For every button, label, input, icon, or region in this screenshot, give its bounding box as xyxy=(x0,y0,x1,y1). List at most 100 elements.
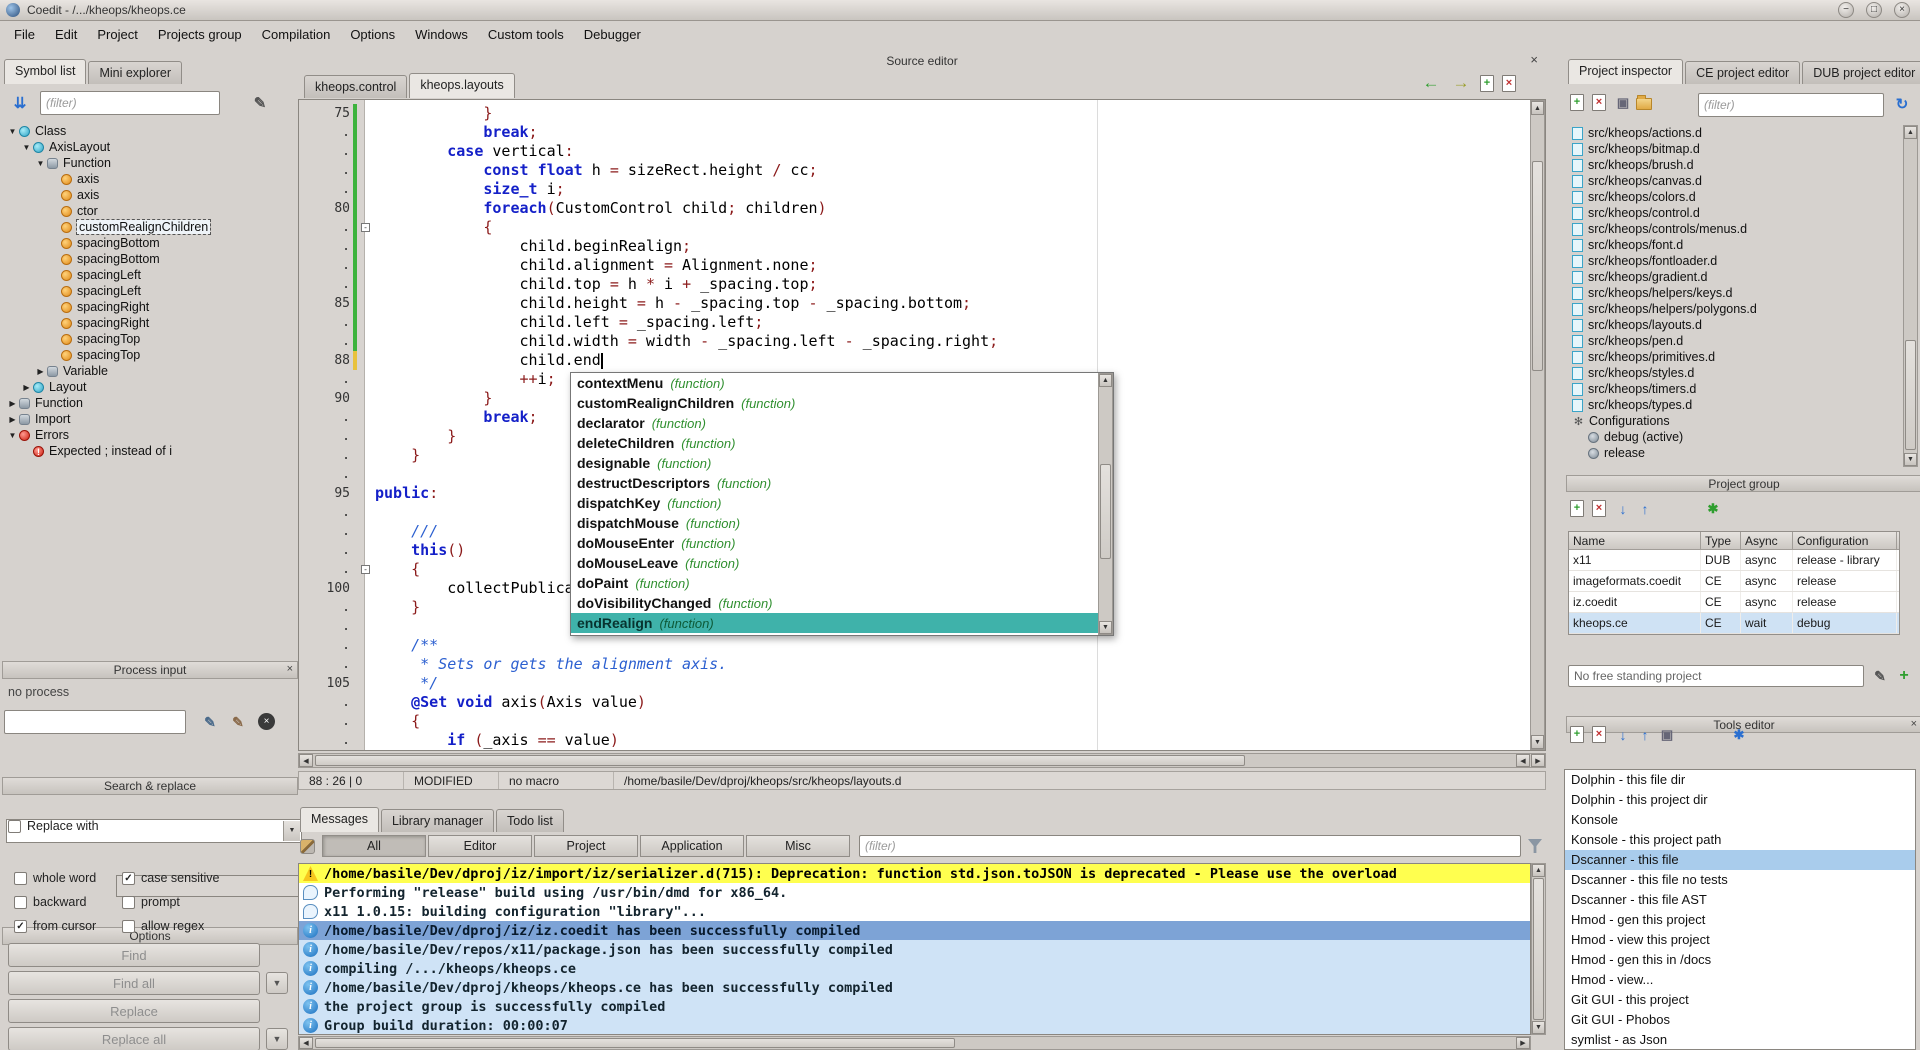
symbol-filter-input[interactable]: (filter) xyxy=(40,91,220,115)
checkbox-backward[interactable] xyxy=(14,896,27,909)
scroll-up-icon[interactable]: ▲ xyxy=(1532,864,1545,877)
editor-hscroll-thumb[interactable] xyxy=(315,755,1245,766)
tree-expand-icon[interactable]: ▼ xyxy=(6,431,19,440)
gutter-line[interactable]: . xyxy=(299,256,364,275)
project-row-imageformats-coedit[interactable]: imageformats.coeditCEasyncrelease xyxy=(1569,571,1899,592)
remove-tool-icon[interactable]: × xyxy=(1592,726,1606,743)
code-line[interactable]: size_t i; xyxy=(375,180,1530,199)
completion-item-dovisibilitychanged[interactable]: doVisibilityChanged(function) xyxy=(571,593,1113,613)
edit-filter-icon[interactable]: ✎ xyxy=(248,91,272,115)
menu-windows[interactable]: Windows xyxy=(405,23,478,46)
completion-scroll-thumb[interactable] xyxy=(1100,464,1111,559)
scroll-left-icon[interactable]: ◀ xyxy=(299,1037,313,1049)
checkbox-case-sensitive[interactable]: ✓ xyxy=(122,872,135,885)
gutter-line[interactable]: . xyxy=(299,541,364,560)
tool-item-dscanner-this-file[interactable]: Dscanner - this file xyxy=(1565,850,1915,870)
messages-vscrollbar[interactable]: ▲ ▼ xyxy=(1531,863,1546,1035)
gutter-line[interactable]: . xyxy=(299,712,364,731)
project-tree-item-src-kheops-controls-menus-d[interactable]: src/kheops/controls/menus.d xyxy=(1566,221,1904,237)
project-tree-item-src-kheops-control-d[interactable]: src/kheops/control.d xyxy=(1566,205,1904,221)
tree-expand-icon[interactable]: ▼ xyxy=(6,127,19,136)
replace-all-button[interactable]: Replace all xyxy=(8,1027,260,1050)
gutter-line[interactable]: . xyxy=(299,313,364,332)
gutter-line[interactable]: 80 xyxy=(299,199,364,218)
gutter-line[interactable]: . xyxy=(299,636,364,655)
project-row-x11[interactable]: x11DUBasyncrelease - library xyxy=(1569,550,1899,571)
symbol-tree-item-function[interactable]: ▶Function xyxy=(2,395,294,411)
gutter-line[interactable]: . xyxy=(299,446,364,465)
project-tree-item-src-kheops-canvas-d[interactable]: src/kheops/canvas.d xyxy=(1566,173,1904,189)
project-row-kheops-ce[interactable]: kheops.ceCEwaitdebug xyxy=(1569,613,1899,634)
add-folder-icon[interactable] xyxy=(1636,98,1652,110)
message-row[interactable]: i/home/basile/Dev/dproj/iz/iz.coedit has… xyxy=(299,921,1530,940)
completion-item-domouseenter[interactable]: doMouseEnter(function) xyxy=(571,533,1113,553)
editor-vscrollbar[interactable]: ▲ ▼ xyxy=(1530,100,1545,750)
completion-item-dispatchkey[interactable]: dispatchKey(function) xyxy=(571,493,1113,513)
tool-item-dolphin-this-project-dir[interactable]: Dolphin - this project dir xyxy=(1565,790,1915,810)
remove-source-icon[interactable]: × xyxy=(1592,94,1606,111)
gutter-line[interactable]: . xyxy=(299,427,364,446)
completion-item-dopaint[interactable]: doPaint(function) xyxy=(571,573,1113,593)
find-button[interactable]: Find xyxy=(8,943,260,967)
menu-compilation[interactable]: Compilation xyxy=(252,23,341,46)
gutter-line[interactable]: . xyxy=(299,161,364,180)
gutter-line[interactable]: . xyxy=(299,465,364,484)
symbol-tree-item-variable[interactable]: ▶Variable xyxy=(2,363,294,379)
message-row[interactable]: ithe project group is successfully compi… xyxy=(299,997,1530,1016)
filter-misc[interactable]: Misc xyxy=(746,835,850,857)
tab-project-inspector[interactable]: Project inspector xyxy=(1568,59,1683,84)
checkbox-prompt[interactable] xyxy=(122,896,135,909)
completion-item-domouseleave[interactable]: doMouseLeave(function) xyxy=(571,553,1113,573)
messages-vscroll-thumb[interactable] xyxy=(1533,878,1544,1020)
scroll-left-icon[interactable]: ◀ xyxy=(1516,754,1530,767)
menu-custom-tools[interactable]: Custom tools xyxy=(478,23,574,46)
project-tree-item-src-kheops-gradient-d[interactable]: src/kheops/gradient.d xyxy=(1566,269,1904,285)
project-filter-input[interactable]: (filter) xyxy=(1698,93,1884,117)
scroll-up-icon[interactable]: ▲ xyxy=(1531,101,1544,115)
scroll-down-icon[interactable]: ▼ xyxy=(1099,621,1112,634)
completion-item-contextmenu[interactable]: contextMenu(function) xyxy=(571,373,1113,393)
move-project-down-icon[interactable]: ↓ xyxy=(1614,500,1632,518)
replace-with-checkbox[interactable] xyxy=(8,820,21,833)
checkbox-whole-word[interactable] xyxy=(14,872,27,885)
tab-mini-explorer[interactable]: Mini explorer xyxy=(88,61,182,84)
code-line[interactable]: /** xyxy=(375,636,1530,655)
symbol-tree-item-import[interactable]: ▶Import xyxy=(2,411,294,427)
completion-item-endrealign[interactable]: endRealign(function) xyxy=(571,613,1113,633)
fold-icon[interactable]: - xyxy=(361,223,370,232)
menu-debugger[interactable]: Debugger xyxy=(574,23,651,46)
project-row-iz-coedit[interactable]: iz.coeditCEasyncrelease xyxy=(1569,592,1899,613)
minimize-button[interactable]: − xyxy=(1838,2,1854,18)
tree-expand-icon[interactable]: ▶ xyxy=(34,367,47,376)
code-line[interactable]: child.alignment = Alignment.none; xyxy=(375,256,1530,275)
add-free-standing-icon[interactable]: + xyxy=(1894,666,1914,686)
code-line[interactable]: break; xyxy=(375,123,1530,142)
find-all-button[interactable]: Find all xyxy=(8,971,260,995)
add-tool-icon[interactable]: + xyxy=(1570,726,1584,743)
column-header-async[interactable]: Async xyxy=(1741,532,1793,549)
copy-source-icon[interactable]: ▣ xyxy=(1614,94,1632,112)
scroll-right-icon[interactable]: ▶ xyxy=(1531,754,1545,767)
gutter-line[interactable]: 100 xyxy=(299,579,364,598)
tab-dub-project-editor[interactable]: DUB project editor xyxy=(1802,61,1920,84)
symbol-tree-item-function[interactable]: ▼Function xyxy=(2,155,294,171)
project-tree-item-src-kheops-font-d[interactable]: src/kheops/font.d xyxy=(1566,237,1904,253)
scroll-right-icon[interactable]: ▶ xyxy=(1516,1037,1530,1049)
titlebar[interactable]: Coedit - /.../kheops/kheops.ce − □ × xyxy=(0,0,1920,21)
symbol-tree-item-errors[interactable]: ▼Errors xyxy=(2,427,294,443)
close-source-editor-icon[interactable]: × xyxy=(1530,52,1538,67)
process-input-field[interactable] xyxy=(4,710,186,734)
add-source-icon[interactable]: + xyxy=(1570,94,1584,111)
symbol-tree-item-ctor[interactable]: ctor xyxy=(2,203,294,219)
menu-project[interactable]: Project xyxy=(87,23,147,46)
code-line[interactable]: { xyxy=(375,218,1530,237)
gutter-line[interactable]: . xyxy=(299,237,364,256)
code-line[interactable]: { xyxy=(375,712,1530,731)
scroll-up-icon[interactable]: ▲ xyxy=(1099,374,1112,387)
code-line[interactable]: foreach(CustomControl child; children) xyxy=(375,199,1530,218)
scroll-down-icon[interactable]: ▼ xyxy=(1532,1021,1545,1034)
gutter-line[interactable]: . xyxy=(299,693,364,712)
gutter-line[interactable]: 88 xyxy=(299,351,364,370)
gutter-line[interactable]: . xyxy=(299,617,364,636)
code-line[interactable]: } xyxy=(375,104,1530,123)
